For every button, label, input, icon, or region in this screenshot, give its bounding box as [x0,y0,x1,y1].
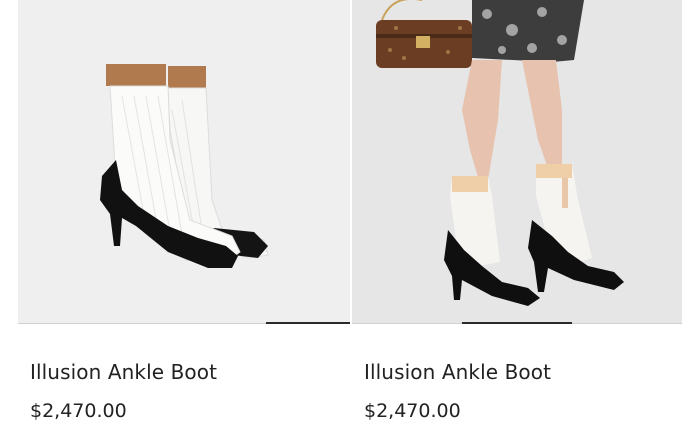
product-title[interactable]: Illusion Ankle Boot [30,360,217,384]
dress [472,0,584,62]
boot-model-illustration [376,0,624,306]
product-card[interactable]: Illusion Ankle Boot $2,470.00 [352,0,682,422]
product-image[interactable] [18,0,350,324]
product-price: $2,470.00 [30,400,127,422]
carousel-indicator[interactable] [462,322,572,324]
product-title[interactable]: Illusion Ankle Boot [364,360,551,384]
boot-product-illustration [100,64,269,268]
product-card[interactable]: Illusion Ankle Boot $2,470.00 [18,0,350,422]
product-image[interactable] [352,0,682,324]
handbag [376,0,472,68]
product-price: $2,470.00 [364,400,461,422]
carousel-indicator[interactable] [266,322,350,324]
